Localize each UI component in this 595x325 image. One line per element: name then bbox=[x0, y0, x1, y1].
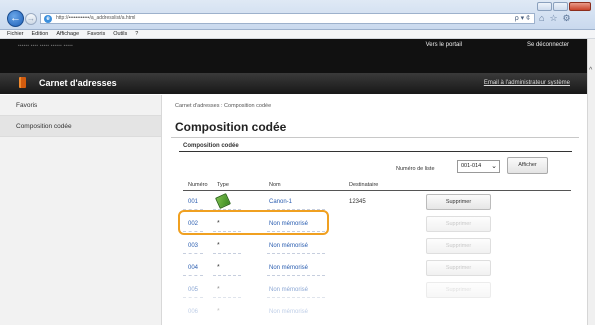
window-controls bbox=[537, 2, 591, 11]
menu-edit[interactable]: Edition bbox=[28, 30, 53, 38]
entry-name-link[interactable]: Non mémorisé bbox=[269, 243, 308, 249]
menu-favorites[interactable]: Favoris bbox=[83, 30, 109, 38]
menu-view[interactable]: Affichage bbox=[52, 30, 83, 38]
list-number-value: 001-014 bbox=[461, 163, 482, 169]
address-text: http://••••••••••••/a_addresslist/a.html bbox=[56, 15, 136, 21]
logout-link[interactable]: Se déconnecter bbox=[527, 42, 569, 48]
delete-button[interactable]: Supprimer bbox=[426, 282, 491, 298]
table-row: 003 * Non mémorisé Supprimer bbox=[183, 236, 571, 258]
browser-toolbar-icons: ⌂ ☆ ⚙ bbox=[539, 13, 571, 23]
entry-number-link[interactable]: 003 bbox=[188, 243, 198, 249]
show-button[interactable]: Afficher bbox=[507, 157, 548, 174]
row-underline bbox=[267, 275, 325, 276]
portal-link[interactable]: Vers le portail bbox=[426, 42, 462, 48]
entry-type: * bbox=[217, 242, 220, 249]
row-underline bbox=[213, 275, 241, 276]
row-underline bbox=[183, 253, 203, 254]
menu-bar: Fichier Edition Affichage Favoris Outils… bbox=[0, 30, 595, 39]
entry-type: * bbox=[217, 264, 220, 271]
entry-number-link[interactable]: 006 bbox=[188, 309, 198, 315]
scroll-up-icon[interactable]: ^ bbox=[589, 67, 592, 74]
page-scrollbar[interactable]: ^ bbox=[587, 39, 595, 325]
header-divider bbox=[183, 190, 571, 191]
sidebar-item-favorites[interactable]: Favoris bbox=[0, 95, 161, 116]
entry-type: * bbox=[217, 308, 220, 315]
minimize-button[interactable] bbox=[537, 2, 552, 11]
address-book-entry-icon bbox=[215, 193, 231, 209]
brand-strip: •••••• •••• ••••• •••••• ••••• bbox=[18, 43, 73, 48]
entry-name-link[interactable]: Non mémorisé bbox=[269, 309, 308, 315]
table-row: 006 * Non mémorisé bbox=[183, 302, 571, 324]
table-row: 005 * Non mémorisé Supprimer bbox=[183, 280, 571, 302]
list-number-label: Numéro de liste bbox=[396, 166, 435, 172]
row-underline bbox=[183, 297, 203, 298]
forward-button[interactable]: → bbox=[25, 13, 37, 25]
list-number-select[interactable]: 001-014 ⌄ bbox=[457, 160, 500, 173]
admin-email-link[interactable]: Email à l'administrateur système bbox=[484, 80, 570, 86]
home-icon[interactable]: ⌂ bbox=[539, 13, 544, 23]
section-divider bbox=[179, 151, 572, 152]
sidebar-item-coded-dial[interactable]: Composition codée bbox=[0, 116, 161, 137]
delete-button[interactable]: Supprimer bbox=[426, 194, 491, 210]
app-title: Carnet d'adresses bbox=[39, 78, 117, 88]
menu-help[interactable]: ? bbox=[131, 30, 142, 38]
column-header-type: Type bbox=[217, 182, 229, 188]
table-row: 004 * Non mémorisé Supprimer bbox=[183, 258, 571, 280]
address-search-controls[interactable]: ρ ▾ ¢ bbox=[515, 14, 530, 23]
column-header-name: Nom bbox=[269, 182, 281, 188]
breadcrumb: Carnet d'adresses : Composition codée bbox=[175, 103, 272, 109]
entry-name-link[interactable]: Non mémorisé bbox=[269, 265, 308, 271]
menu-tools[interactable]: Outils bbox=[109, 30, 131, 38]
column-header-destination: Destinataire bbox=[349, 182, 379, 188]
entry-number-link[interactable]: 005 bbox=[188, 287, 198, 293]
sidebar: Favoris Composition codée bbox=[0, 95, 162, 325]
page-header: •••••• •••• ••••• •••••• ••••• Vers le p… bbox=[0, 39, 587, 94]
entry-name-link[interactable]: Canon-1 bbox=[269, 199, 292, 205]
star-icon[interactable]: ☆ bbox=[549, 13, 557, 23]
gear-icon[interactable]: ⚙ bbox=[563, 13, 571, 23]
address-bar[interactable]: e http://••••••••••••/a_addresslist/a.ht… bbox=[40, 13, 535, 24]
entry-name-link[interactable]: Non mémorisé bbox=[269, 287, 308, 293]
page-title: Composition codée bbox=[175, 120, 287, 134]
row-underline bbox=[267, 297, 325, 298]
row-underline bbox=[213, 297, 241, 298]
column-header-number: Numéro bbox=[188, 182, 208, 188]
address-book-icon bbox=[19, 77, 26, 88]
menu-file[interactable]: Fichier bbox=[3, 30, 28, 38]
entry-number-link[interactable]: 001 bbox=[188, 199, 198, 205]
back-button[interactable]: ← bbox=[7, 10, 24, 27]
row-highlight-marker bbox=[178, 210, 329, 235]
delete-button[interactable]: Supprimer bbox=[426, 216, 491, 232]
row-underline bbox=[183, 275, 203, 276]
title-divider bbox=[171, 137, 579, 138]
browser-chrome: ← → e http://••••••••••••/a_addresslist/… bbox=[0, 0, 595, 30]
entry-type: * bbox=[217, 286, 220, 293]
delete-button[interactable]: Supprimer bbox=[426, 238, 491, 254]
close-window-button[interactable] bbox=[569, 2, 591, 11]
delete-button[interactable]: Supprimer bbox=[426, 260, 491, 276]
entry-number-link[interactable]: 004 bbox=[188, 265, 198, 271]
maximize-button[interactable] bbox=[553, 2, 568, 11]
section-title: Composition codée bbox=[183, 143, 239, 149]
row-underline bbox=[213, 253, 241, 254]
chevron-down-icon: ⌄ bbox=[491, 163, 497, 170]
entry-destination: 12345 bbox=[349, 199, 366, 205]
row-underline bbox=[267, 253, 325, 254]
browser-page-icon: e bbox=[44, 15, 52, 23]
